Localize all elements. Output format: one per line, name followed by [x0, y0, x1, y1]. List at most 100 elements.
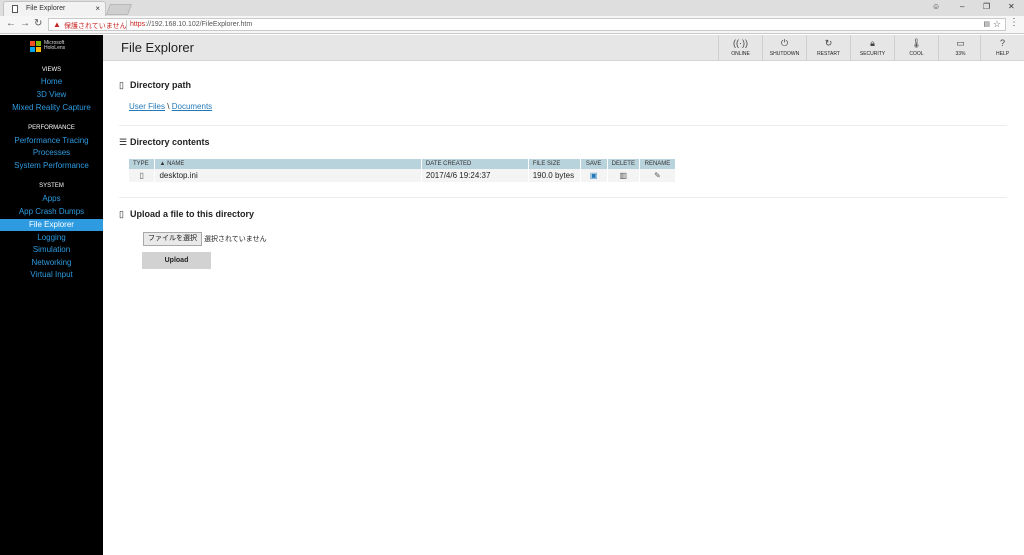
- nav-system-performance[interactable]: System Performance: [0, 160, 103, 172]
- security-status[interactable]: 保護されていません: [64, 21, 127, 31]
- nav-3d-view[interactable]: 3D View: [0, 89, 103, 101]
- nav-home[interactable]: Home: [0, 76, 103, 88]
- thermal-button[interactable]: 🌡︎ COOL: [894, 35, 938, 61]
- save-icon[interactable]: ▣: [590, 171, 598, 180]
- divider: [126, 20, 127, 30]
- nav-networking[interactable]: Networking: [0, 257, 103, 269]
- new-tab-button[interactable]: [105, 4, 133, 15]
- file-type-cell: ▯: [129, 169, 156, 182]
- col-rename: RENAME: [639, 159, 677, 169]
- table-row: ▯ desktop.ini 2017/4/6 19:24:37 190.0 by…: [129, 169, 677, 182]
- tab-close-icon[interactable]: ×: [95, 4, 100, 13]
- restart-label: RESTART: [817, 51, 840, 57]
- power-icon: ⏻: [780, 38, 789, 48]
- url-text[interactable]: https://192.168.10.102/FileExplorer.htm: [130, 21, 252, 28]
- battery-button[interactable]: ▭ 33%: [938, 35, 982, 61]
- section-views: VIEWS: [41, 67, 62, 73]
- divider: [119, 197, 1007, 198]
- choose-file-button[interactable]: ファイルを選択: [143, 232, 202, 246]
- nav-simulation[interactable]: Simulation: [0, 244, 103, 256]
- pencil-icon[interactable]: ✎: [654, 171, 661, 180]
- nav-logging[interactable]: Logging: [0, 232, 103, 244]
- logo-square-green: [36, 41, 41, 46]
- sidebar: Microsoft HoloLens VIEWS Home 3D View Mix…: [0, 35, 103, 555]
- col-name[interactable]: ▲ NAME: [154, 159, 422, 169]
- page-title: File Explorer: [121, 40, 194, 55]
- minimize-button[interactable]: –: [960, 2, 964, 11]
- restore-button[interactable]: ❐: [983, 2, 990, 11]
- battery-icon: ▭: [956, 38, 965, 48]
- nav-app-crash-dumps[interactable]: App Crash Dumps: [0, 206, 103, 218]
- file-size: 190.0 bytes: [528, 169, 581, 182]
- directory-path-heading: ▯ Directory path: [119, 80, 191, 91]
- back-button[interactable]: ←: [6, 18, 16, 29]
- directory-table: TYPE ▲ NAME DATE CREATED FILE SIZE SAVE …: [129, 159, 677, 182]
- nav-apps[interactable]: Apps: [0, 193, 103, 205]
- security-label: SECURITY: [859, 51, 886, 57]
- address-bar[interactable]: ▲ 保護されていません https://192.168.10.102/FileE…: [48, 18, 1006, 31]
- file-name[interactable]: desktop.ini: [154, 169, 422, 182]
- logo-text: Microsoft HoloLens: [44, 41, 65, 51]
- help-button[interactable]: ? HELP: [980, 35, 1024, 61]
- crumb-user-files[interactable]: User Files: [129, 102, 165, 111]
- col-save: SAVE: [580, 159, 608, 169]
- shutdown-label: SHUTDOWN: [769, 51, 800, 57]
- directory-path-title: Directory path: [130, 80, 192, 90]
- table-header-row: TYPE ▲ NAME DATE CREATED FILE SIZE SAVE …: [129, 159, 677, 169]
- list-icon: ☰: [119, 137, 128, 147]
- upload-button[interactable]: Upload: [142, 252, 211, 269]
- security-button[interactable]: 🔒︎ SECURITY: [850, 35, 894, 61]
- col-file-size[interactable]: FILE SIZE: [528, 159, 581, 169]
- nav-mixed-reality-capture[interactable]: Mixed Reality Capture: [0, 102, 103, 114]
- nav-processes[interactable]: Processes: [0, 147, 103, 159]
- url-path: ://192.168.10.102/FileExplorer.htm: [145, 21, 253, 28]
- page-icon: ▯: [119, 209, 124, 219]
- shutdown-button[interactable]: ⏻ SHUTDOWN: [762, 35, 806, 61]
- restart-button[interactable]: ↻ RESTART: [806, 35, 850, 61]
- upload-title: Upload a file to this directory: [130, 209, 255, 219]
- reload-button[interactable]: ↻: [34, 18, 42, 29]
- profile-icon[interactable]: ☺: [932, 2, 940, 11]
- help-label: HELP: [995, 51, 1010, 57]
- page-icon: [12, 5, 18, 13]
- save-cell: ▣: [580, 169, 608, 182]
- thermal-label: COOL: [909, 51, 924, 57]
- divider: [119, 125, 1007, 126]
- trash-icon[interactable]: ▥: [620, 171, 628, 180]
- online-button[interactable]: ((·)) ONLINE: [718, 35, 762, 61]
- bookmark-star-icon[interactable]: ☆: [993, 19, 1001, 30]
- browser-tab-bar: File Explorer × ☺ – ❐ ✕: [0, 0, 1024, 16]
- tab-title: File Explorer: [26, 5, 66, 12]
- section-system: SYSTEM: [39, 183, 64, 189]
- col-date-created[interactable]: DATE CREATED: [421, 159, 529, 169]
- page-icon: ▯: [119, 80, 124, 90]
- logo-square-blue: [30, 47, 35, 52]
- directory-contents-title: Directory contents: [130, 137, 210, 147]
- logo-square-red: [30, 41, 35, 46]
- upload-heading: ▯ Upload a file to this directory: [119, 209, 254, 220]
- page-header: File Explorer ((·)) ONLINE ⏻ SHUTDOWN ↻ …: [103, 35, 1024, 61]
- nav-virtual-input[interactable]: Virtual Input: [0, 269, 103, 281]
- crumb-documents[interactable]: Documents: [172, 102, 212, 111]
- warning-icon[interactable]: ▲: [53, 20, 61, 29]
- lock-icon: 🔒︎: [870, 38, 875, 48]
- address-toolbar: ← → ↻ ▲ 保護されていません https://192.168.10.102…: [0, 16, 1024, 34]
- restart-icon: ↻: [824, 38, 833, 48]
- browser-tab[interactable]: File Explorer ×: [3, 1, 106, 16]
- main-content: ▯ Directory path User Files \ Documents ☰…: [103, 61, 1024, 555]
- browser-menu-icon[interactable]: ⋮: [1009, 17, 1019, 28]
- close-window-button[interactable]: ✕: [1008, 2, 1015, 11]
- file-date: 2017/4/6 19:24:37: [421, 169, 529, 182]
- col-delete: DELETE: [607, 159, 640, 169]
- crumb-separator: \: [167, 102, 170, 111]
- forward-button[interactable]: →: [20, 18, 30, 29]
- nav-performance-tracing[interactable]: Performance Tracing: [0, 135, 103, 147]
- col-type[interactable]: TYPE: [129, 159, 156, 169]
- brand-line2: HoloLens: [44, 45, 66, 51]
- nav-file-explorer[interactable]: File Explorer: [0, 219, 103, 231]
- breadcrumb: User Files \ Documents: [129, 102, 212, 111]
- translate-icon[interactable]: ▤: [983, 20, 990, 28]
- help-icon: ?: [999, 38, 1005, 48]
- rename-cell: ✎: [639, 169, 677, 182]
- directory-contents-heading: ☰ Directory contents: [119, 137, 210, 148]
